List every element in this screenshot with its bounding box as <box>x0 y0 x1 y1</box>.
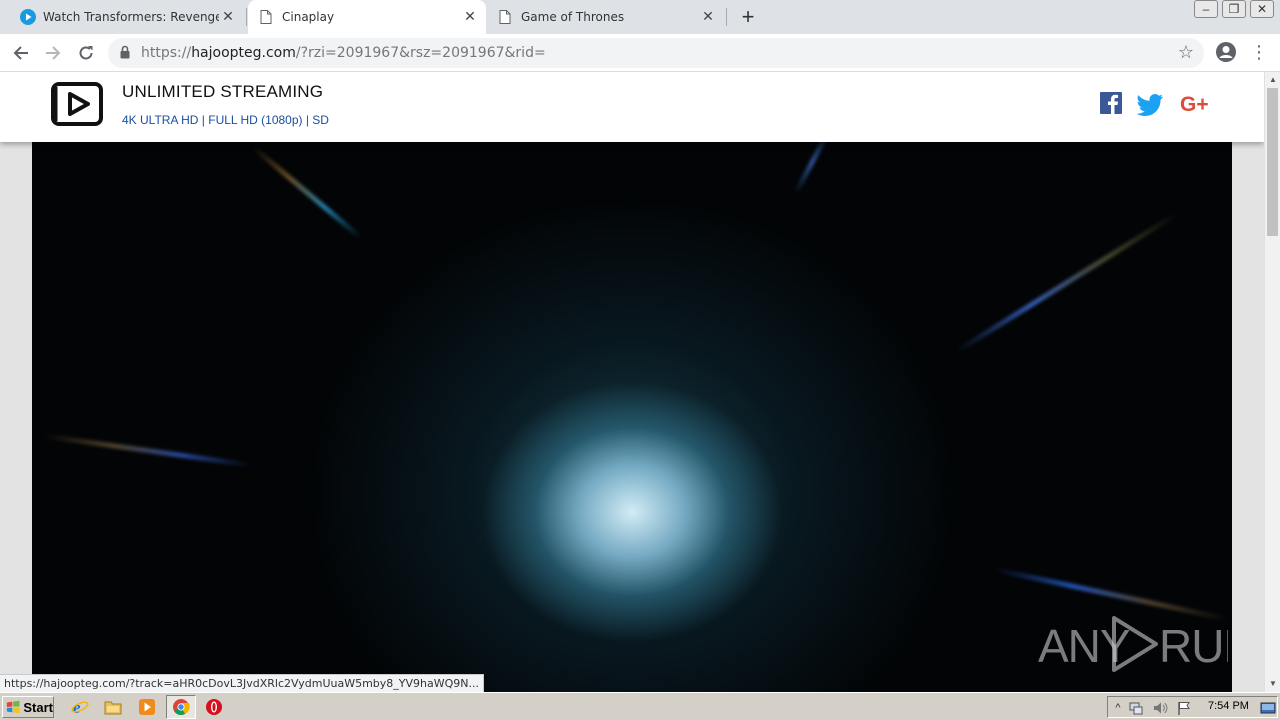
chrome-icon[interactable] <box>172 698 190 716</box>
address-bar[interactable]: https://hajoopteg.com/?rzi=2091967&rsz=2… <box>108 38 1204 68</box>
play-circle-icon <box>20 9 36 25</box>
lens-flare-streak <box>955 211 1179 354</box>
google-plus-icon[interactable]: G+ <box>1180 90 1214 118</box>
svg-text:RUN: RUN <box>1159 620 1228 672</box>
minimize-button[interactable]: – <box>1194 0 1218 18</box>
scrollbar-thumb[interactable] <box>1267 88 1278 236</box>
new-tab-button[interactable]: + <box>736 6 760 28</box>
file-explorer-icon[interactable] <box>104 698 122 716</box>
network-icon[interactable] <box>1128 700 1144 716</box>
url-path: /?rzi=2091967&rsz=2091967&rid= <box>295 45 546 61</box>
back-button[interactable] <box>8 40 34 66</box>
url-host: hajoopteg.com <box>191 45 296 61</box>
url-text: https://hajoopteg.com/?rzi=2091967&rsz=2… <box>141 45 546 61</box>
media-player-icon[interactable] <box>138 698 156 716</box>
tray-expand-icon[interactable]: ^ <box>1110 700 1126 716</box>
tab-title: Game of Thrones <box>521 10 625 24</box>
page-scrollbar[interactable]: ▲ ▼ <box>1264 72 1280 692</box>
page-icon <box>260 10 272 24</box>
tab-separator <box>726 8 727 26</box>
lens-flare-streak <box>793 142 831 195</box>
facebook-icon[interactable] <box>1097 90 1127 118</box>
anyrun-logo-icon: ANY RUN <box>1038 616 1232 672</box>
tab-transformers[interactable]: Watch Transformers: Revenge Of Th ✕ <box>8 0 244 34</box>
windows-taskbar: Start e ^ 7:54 PM <box>0 692 1280 720</box>
arrow-right-icon <box>46 46 61 60</box>
reload-button[interactable] <box>73 40 99 66</box>
page-icon <box>499 10 511 24</box>
close-icon[interactable]: ✕ <box>462 9 478 25</box>
play-logo-icon[interactable] <box>51 81 103 127</box>
page-viewport: UNLIMITED STREAMING 4K ULTRA HD | FULL H… <box>0 72 1264 692</box>
bookmark-star-icon[interactable]: ☆ <box>1178 42 1194 63</box>
url-scheme: https:// <box>141 45 192 61</box>
start-label: Start <box>23 699 53 715</box>
tab-cinaplay[interactable]: Cinaplay ✕ <box>248 0 486 34</box>
opera-icon[interactable] <box>205 698 223 716</box>
start-button[interactable]: Start <box>2 696 54 718</box>
lock-icon <box>120 45 130 59</box>
system-tray: ^ 7:54 PM <box>1107 696 1278 718</box>
internet-explorer-icon[interactable]: e <box>71 698 89 716</box>
scroll-down-icon[interactable]: ▼ <box>1265 677 1280 691</box>
close-icon[interactable]: ✕ <box>700 9 716 25</box>
tab-separator <box>246 8 247 26</box>
site-subtitle: 4K ULTRA HD | FULL HD (1080p) | SD <box>122 113 329 127</box>
forward-button[interactable] <box>40 40 66 66</box>
windows-flag-icon <box>6 700 20 714</box>
lens-flare-streak <box>42 433 252 468</box>
svg-text:ANY: ANY <box>1038 620 1130 672</box>
twitter-icon[interactable] <box>1136 90 1166 118</box>
close-icon[interactable]: ✕ <box>220 9 236 25</box>
site-header: UNLIMITED STREAMING 4K ULTRA HD | FULL H… <box>0 72 1264 142</box>
tab-title: Cinaplay <box>282 10 335 24</box>
arrow-left-icon <box>13 46 28 60</box>
browser-toolbar: https://hajoopteg.com/?rzi=2091967&rsz=2… <box>0 34 1280 72</box>
scroll-up-icon[interactable]: ▲ <box>1265 73 1280 87</box>
video-player[interactable]: ANY RUN <box>32 142 1232 692</box>
status-url-bubble: https://hajoopteg.com/?track=aHR0cDovL3J… <box>0 674 484 692</box>
tab-title: Watch Transformers: Revenge Of Th <box>43 10 219 24</box>
account-icon[interactable] <box>1215 41 1237 63</box>
window-controls: – ❐ ✕ <box>1194 0 1274 18</box>
action-center-flag-icon[interactable] <box>1176 700 1192 716</box>
restore-button[interactable]: ❐ <box>1222 0 1246 18</box>
taskbar-clock[interactable]: 7:54 PM <box>1208 700 1249 712</box>
reload-icon <box>79 46 93 60</box>
site-title: UNLIMITED STREAMING <box>122 82 324 101</box>
svg-text:G+: G+ <box>1180 93 1209 116</box>
menu-kebab-icon[interactable]: ⋮ <box>1250 42 1268 64</box>
volume-icon[interactable] <box>1152 700 1168 716</box>
tab-strip: Watch Transformers: Revenge Of Th ✕ Cina… <box>0 0 1280 34</box>
screen: Watch Transformers: Revenge Of Th ✕ Cina… <box>0 0 1280 720</box>
anyrun-watermark: ANY RUN <box>1038 612 1232 687</box>
close-window-button[interactable]: ✕ <box>1250 0 1274 18</box>
lens-flare-streak <box>251 145 363 240</box>
show-desktop-icon[interactable] <box>1260 700 1276 716</box>
tab-game-of-thrones[interactable]: Game of Thrones ✕ <box>488 0 724 34</box>
